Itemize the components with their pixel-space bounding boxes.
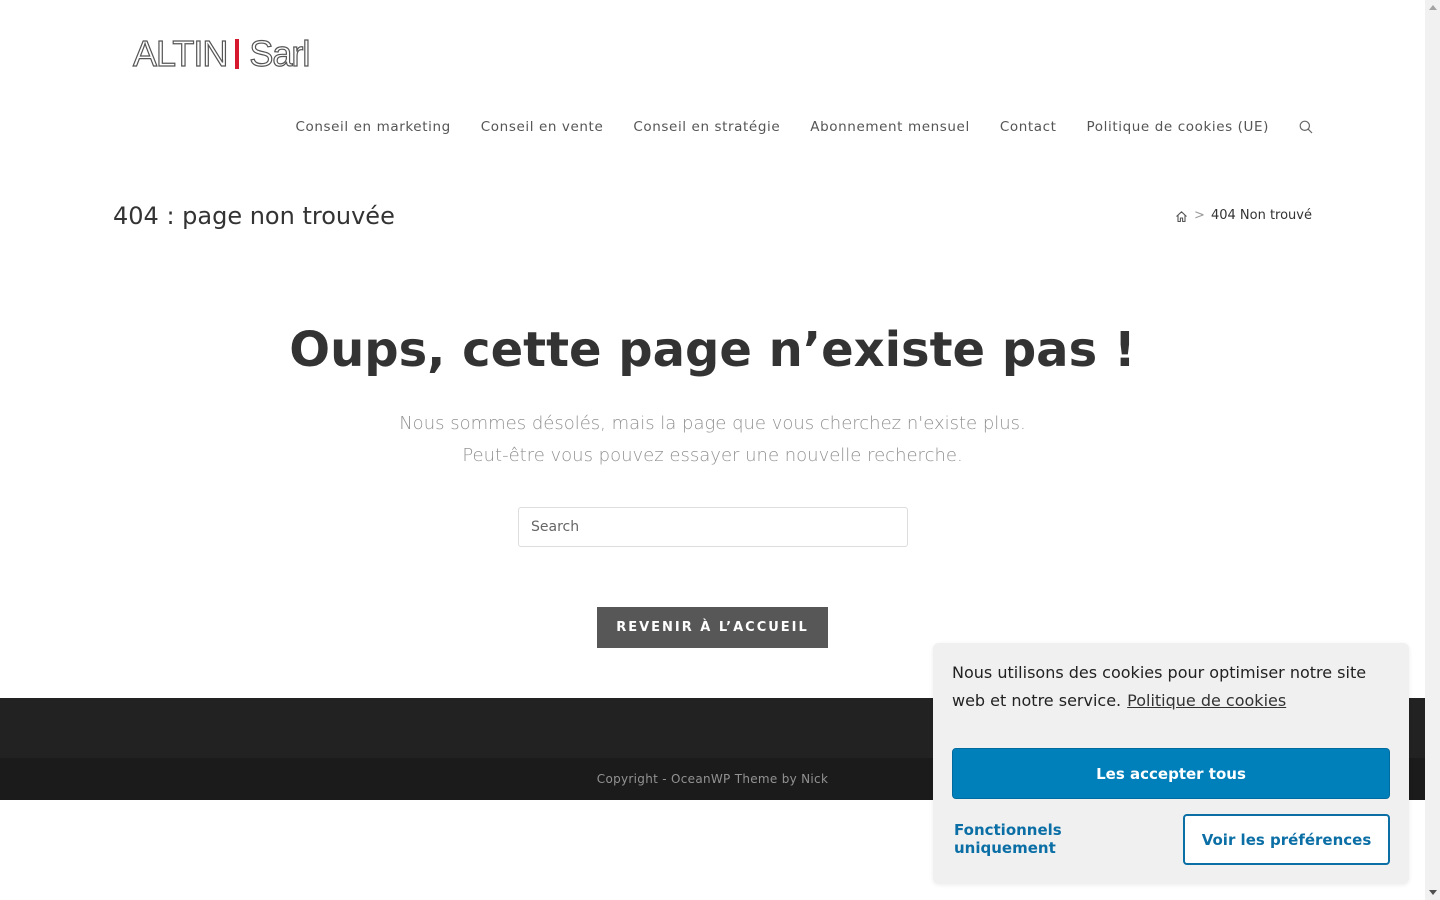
back-home-button[interactable]: REVENIR À L’ACCUEIL <box>597 607 828 648</box>
breadcrumb: > 404 Non trouvé <box>1175 206 1312 226</box>
logo-divider <box>235 39 240 69</box>
nav-item-conseil-marketing[interactable]: Conseil en marketing <box>295 114 450 140</box>
page-title: 404 : page non trouvée <box>113 202 395 230</box>
view-preferences-button[interactable]: Voir les préférences <box>1183 814 1390 865</box>
cookie-message: Nous utilisons des cookies pour optimise… <box>952 659 1392 715</box>
cookie-banner: Nous utilisons des cookies pour optimise… <box>933 643 1409 884</box>
nav-item-conseil-strategie[interactable]: Conseil en stratégie <box>633 114 780 140</box>
nav-item-politique-cookies[interactable]: Politique de cookies (UE) <box>1087 114 1269 140</box>
nav-item-contact[interactable]: Contact <box>1000 114 1057 140</box>
scroll-down-arrow-icon[interactable] <box>1429 890 1437 895</box>
nav-item-conseil-vente[interactable]: Conseil en vente <box>481 114 604 140</box>
breadcrumb-separator: > <box>1194 208 1205 223</box>
home-icon[interactable] <box>1175 210 1188 223</box>
search-icon[interactable] <box>1299 120 1313 134</box>
search-input[interactable] <box>518 507 908 547</box>
nav-item-abonnement-mensuel[interactable]: Abonnement mensuel <box>810 114 970 140</box>
error-message-line-2: Peut-être vous pouvez essayer une nouvel… <box>462 445 963 466</box>
scroll-up-arrow-icon[interactable] <box>1429 5 1437 10</box>
scrollbar[interactable] <box>1425 0 1440 900</box>
error-headline: Oups, cette page n’existe pas ! <box>289 322 1136 378</box>
error-message-line-1: Nous sommes désolés, mais la page que vo… <box>399 413 1026 434</box>
functional-only-button[interactable]: Fonctionnels uniquement <box>952 814 1162 864</box>
error-message: Nous sommes désolés, mais la page que vo… <box>0 408 1425 472</box>
accept-all-cookies-button[interactable]: Les accepter tous <box>952 748 1390 799</box>
site-logo[interactable]: ALTIN Sarl <box>132 33 311 74</box>
logo-text-left: ALTIN <box>132 33 229 74</box>
cookie-policy-link[interactable]: Politique de cookies <box>1127 691 1286 710</box>
logo-text-right: Sarl <box>249 33 311 74</box>
breadcrumb-current: 404 Non trouvé <box>1210 208 1312 223</box>
main-nav: Conseil en marketing Conseil en vente Co… <box>295 114 1313 140</box>
